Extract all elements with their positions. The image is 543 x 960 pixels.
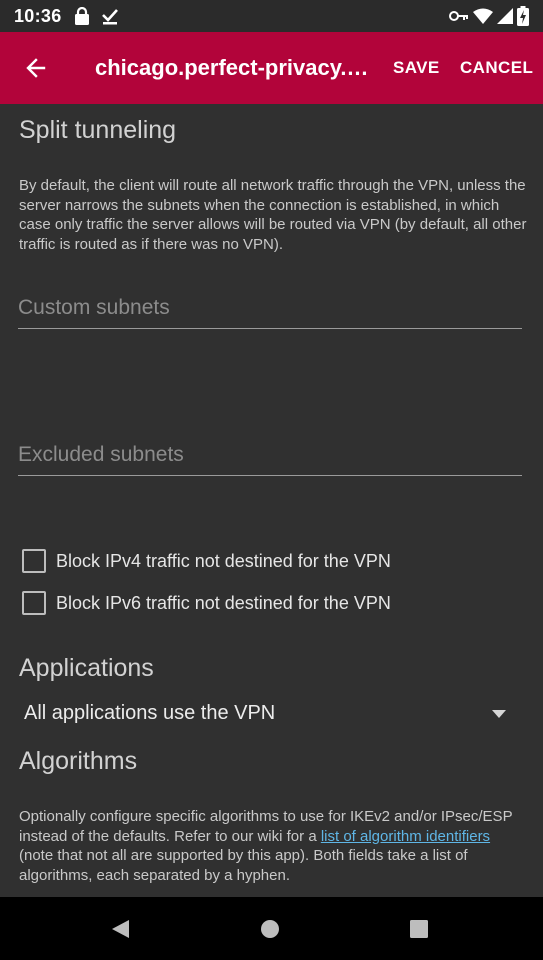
custom-subnets-field[interactable] [18,296,522,329]
custom-subnets-input[interactable] [18,296,522,328]
split-tunneling-title: Split tunneling [19,116,177,144]
dropdown-arrow-icon [492,709,506,718]
vpn-key-icon [449,10,469,22]
back-button[interactable] [0,32,72,104]
battery-charging-icon [517,6,529,26]
recents-square-icon [410,920,428,938]
split-tunneling-description: By default, the client will route all ne… [19,177,527,253]
navigation-bar [0,897,543,960]
cell-signal-icon [497,8,513,24]
excluded-subnets-input[interactable] [18,443,522,475]
wifi-icon [473,8,493,24]
nav-back-button[interactable] [106,915,134,943]
app-bar: chicago.perfect-privacy.com SAVE CANCEL [0,32,543,104]
algorithm-identifiers-link[interactable]: list of algorithm identifiers [321,828,490,845]
block-ipv6-label: Block IPv6 traffic not destined for the … [56,592,391,613]
checkbox-box[interactable] [22,591,46,615]
arrow-back-icon [26,58,46,78]
lock-icon [74,7,90,25]
block-ipv6-checkbox[interactable]: Block IPv6 traffic not destined for the … [22,591,391,615]
algorithms-description: Optionally configure specific algorithms… [19,807,527,885]
excluded-subnets-field[interactable] [18,443,522,476]
app-title: chicago.perfect-privacy.com [95,55,375,80]
block-ipv4-checkbox[interactable]: Block IPv4 traffic not destined for the … [22,549,391,573]
status-bar: 10:36 [0,0,543,32]
applications-selected-value: All applications use the VPN [24,702,276,724]
save-button[interactable]: SAVE [393,58,440,78]
algorithms-description-text-2: (note that not all are supported by this… [19,847,468,884]
applications-title: Applications [19,654,154,682]
nav-home-button[interactable] [256,915,284,943]
algorithms-title: Algorithms [19,747,138,775]
home-circle-icon [261,920,279,938]
applications-select[interactable]: All applications use the VPN [24,702,506,725]
nav-recents-button[interactable] [405,915,433,943]
block-ipv4-label: Block IPv4 traffic not destined for the … [56,550,391,571]
checkbox-box[interactable] [22,549,46,573]
download-done-icon [101,7,118,25]
back-triangle-icon [112,920,129,938]
status-time: 10:36 [14,5,62,26]
settings-form[interactable]: Split tunneling By default, the client w… [0,104,543,897]
cancel-button[interactable]: CANCEL [460,58,533,78]
